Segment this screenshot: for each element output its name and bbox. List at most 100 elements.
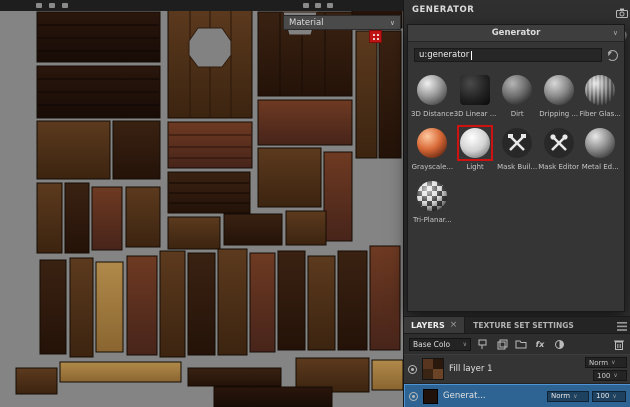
generator-thumbnail — [417, 128, 447, 158]
generator-item-label: Tri-Planar... — [411, 216, 454, 224]
generator-thumbnail — [585, 75, 615, 105]
chevron-down-icon: ∨ — [611, 359, 615, 366]
layer-row-generator-selected[interactable]: Generat... Norm ∨ 100 ∨ — [404, 384, 630, 407]
viewport-tool-icon[interactable] — [62, 3, 68, 8]
refresh-icon[interactable] — [607, 50, 618, 61]
panel-menu-icon[interactable] — [617, 316, 627, 335]
dots-icon — [372, 33, 380, 41]
red-alert-badge[interactable] — [369, 30, 382, 43]
generator-item-mask-builder[interactable]: Mask Buil... — [496, 125, 538, 171]
layer-thumbnail[interactable] — [422, 358, 444, 380]
add-mask-icon[interactable] — [552, 337, 566, 351]
chevron-down-icon: ∨ — [463, 341, 467, 348]
generator-item-label: Light — [454, 163, 497, 171]
blend-mode-value: Norm — [551, 392, 570, 400]
tab-layers[interactable]: LAYERS × — [404, 317, 465, 333]
generator-item-3d-distance[interactable]: 3D Distance — [411, 72, 454, 118]
blend-mode-dropdown[interactable]: Norm ∨ — [585, 357, 627, 368]
material-mode-dropdown[interactable]: Material ∨ — [283, 15, 401, 30]
generator-search-row: u:generator — [408, 42, 624, 65]
opacity-dropdown[interactable]: 100 ∨ — [592, 391, 626, 402]
generator-item-label: 3D Distance — [411, 110, 454, 118]
viewport-toolbar — [0, 0, 403, 11]
wood-planks-group — [16, 6, 403, 407]
generator-item-label: Grayscale... — [411, 163, 454, 171]
generator-item-label: Fiber Glas... — [579, 110, 621, 118]
crossed-tools-icon — [544, 128, 574, 158]
layer-row-fill-layer-1[interactable]: Fill layer 1 Norm ∨ 100 ∨ — [404, 354, 630, 384]
generator-grid: 3D Distance 3D Linear ... Dirt Dripping … — [408, 65, 624, 231]
generator-item-3d-linear[interactable]: 3D Linear ... — [454, 72, 497, 118]
generator-thumbnail — [417, 75, 447, 105]
substance-painter-window: Material ∨ GENERATOR Generator ∨ u:gener… — [0, 0, 630, 407]
viewport-option-icon[interactable] — [315, 3, 321, 8]
generator-thumbnail — [417, 181, 447, 211]
uv-texture-canvas — [0, 0, 403, 407]
tab-texture-set-settings[interactable]: TEXTURE SET SETTINGS — [465, 317, 582, 333]
layers-tab-bar: LAYERS × TEXTURE SET SETTINGS — [404, 317, 630, 334]
generator-item-mask-editor[interactable]: Mask Editor — [538, 125, 580, 171]
add-folder-icon[interactable] — [514, 337, 528, 351]
chevron-down-icon: ∨ — [573, 393, 577, 400]
camera-icon[interactable] — [616, 3, 628, 22]
visibility-eye-icon[interactable] — [409, 392, 418, 401]
tab-texture-label: TEXTURE SET SETTINGS — [473, 321, 574, 330]
viewport-option-icon[interactable] — [327, 3, 333, 8]
generator-popup-title: Generator — [492, 28, 541, 38]
generator-side-panel: GENERATOR Generator ∨ u:generator 3D D — [403, 0, 630, 407]
layers-panel: LAYERS × TEXTURE SET SETTINGS Base Colo … — [404, 316, 630, 407]
generator-item-dripping[interactable]: Dripping ... — [538, 72, 580, 118]
crossed-tools-icon — [502, 128, 532, 158]
generator-item-tri-planar[interactable]: Tri-Planar... — [411, 178, 454, 224]
layers-toolbar: Base Colo ∨ fx — [404, 334, 630, 354]
layer-name: Fill layer 1 — [449, 364, 493, 374]
chevron-down-icon: ∨ — [613, 372, 617, 379]
search-value: u:generator — [419, 50, 469, 60]
generator-item-light[interactable]: Light — [454, 125, 497, 171]
viewport-tool-icon[interactable] — [36, 3, 42, 8]
visibility-eye-icon[interactable] — [408, 365, 417, 374]
chevron-down-icon: ∨ — [390, 19, 395, 27]
generator-item-grayscale[interactable]: Grayscale... — [411, 125, 454, 171]
add-layer-icon[interactable] — [495, 337, 509, 351]
layer-name: Generat... — [443, 391, 486, 401]
viewport-tool-icon[interactable] — [49, 3, 55, 8]
generator-item-metal-edge[interactable]: Metal Ed... — [579, 125, 621, 171]
generator-item-label: Mask Buil... — [496, 163, 538, 171]
close-icon[interactable]: × — [450, 320, 458, 330]
generator-item-label: Dirt — [496, 110, 538, 118]
channel-dropdown-label: Base Colo — [413, 340, 450, 349]
generator-popup-header[interactable]: Generator ∨ — [408, 25, 624, 42]
add-fill-layer-icon[interactable] — [476, 337, 490, 351]
red-highlight-box — [457, 125, 493, 161]
generator-item-fiber-glass[interactable]: Fiber Glas... — [579, 72, 621, 118]
opacity-value: 100 — [596, 392, 609, 400]
generator-thumbnail — [460, 75, 490, 105]
layer-thumbnail[interactable] — [423, 389, 438, 404]
chevron-down-icon: ∨ — [613, 29, 618, 37]
viewport-option-icon[interactable] — [303, 3, 309, 8]
generator-popup: Generator ∨ u:generator 3D Distance 3D L… — [407, 24, 625, 312]
search-input[interactable]: u:generator — [414, 48, 602, 62]
material-dropdown-label: Material — [289, 18, 324, 28]
generator-thumbnail — [544, 75, 574, 105]
generator-item-label: Dripping ... — [538, 110, 580, 118]
opacity-value: 100 — [597, 372, 610, 380]
blend-mode-value: Norm — [589, 359, 608, 367]
channel-dropdown[interactable]: Base Colo ∨ — [409, 338, 471, 351]
generator-item-label: Metal Ed... — [579, 163, 621, 171]
generator-item-label: 3D Linear ... — [454, 110, 497, 118]
blend-mode-dropdown[interactable]: Norm ∨ — [547, 391, 589, 402]
generator-thumbnail — [502, 75, 532, 105]
tab-layers-label: LAYERS — [411, 321, 445, 330]
opacity-dropdown[interactable]: 100 ∨ — [593, 370, 627, 381]
chevron-down-icon: ∨ — [612, 393, 616, 400]
generator-thumbnail — [585, 128, 615, 158]
text-caret — [471, 51, 472, 60]
viewport-toolbar-right — [303, 3, 333, 8]
panel-title: GENERATOR — [412, 5, 474, 15]
add-effect-icon[interactable]: fx — [533, 337, 547, 351]
generator-item-label: Mask Editor — [538, 163, 580, 171]
generator-item-dirt[interactable]: Dirt — [496, 72, 538, 118]
delete-layer-icon[interactable] — [612, 337, 626, 351]
